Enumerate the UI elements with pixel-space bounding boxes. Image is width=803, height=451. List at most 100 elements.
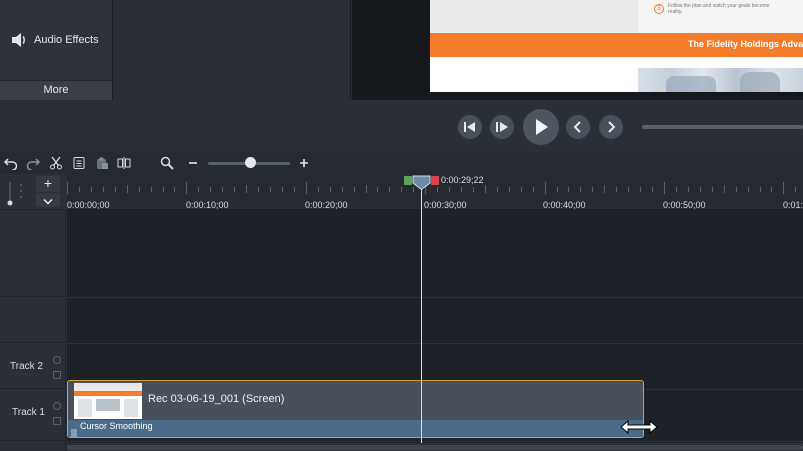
canvas-preview[interactable]: 3 Follow the plan and watch your goals b…	[430, 0, 803, 92]
ruler-tick	[210, 187, 212, 192]
collapse-tracks-button[interactable]	[36, 193, 60, 207]
ruler-tick	[365, 185, 367, 193]
step-back-button[interactable]	[458, 115, 482, 139]
zoom-to-fit-button[interactable]	[159, 155, 175, 171]
ruler-tick	[234, 187, 236, 192]
playhead-handle[interactable]	[412, 175, 431, 191]
zoom-out-button[interactable]	[185, 155, 201, 171]
zoom-in-icon	[300, 159, 308, 167]
effect-label: Cursor Smoothing	[80, 421, 153, 431]
playback-progress-bar[interactable]	[642, 125, 803, 129]
cut-button[interactable]	[48, 155, 64, 171]
ruler-tick	[317, 187, 319, 192]
ruler-label: 0:00:50;00	[663, 200, 706, 210]
timeline-scrollbar-thumb[interactable]	[67, 445, 803, 450]
play-button[interactable]	[523, 109, 559, 145]
redo-button[interactable]	[25, 155, 41, 171]
ruler-tick	[580, 187, 582, 192]
ruler-tick	[640, 187, 642, 192]
ruler-tick	[258, 187, 260, 192]
ruler-tick	[222, 187, 224, 192]
track-divider	[67, 297, 803, 298]
ruler-tick	[78, 187, 80, 192]
ruler-tick	[604, 185, 606, 193]
track-lock-icon[interactable]	[53, 417, 61, 425]
track-label: Track 2	[10, 361, 43, 372]
step-forward-button[interactable]	[490, 115, 514, 139]
track-visibility-icon[interactable]	[53, 402, 61, 410]
ruler-tick	[281, 187, 283, 192]
playhead-in-marker[interactable]	[404, 176, 412, 185]
playhead-line	[421, 188, 422, 451]
ruler-tick	[735, 187, 737, 192]
undo-button[interactable]	[3, 155, 19, 171]
ruler-tick	[114, 187, 116, 192]
track-header-empty	[0, 297, 66, 343]
ruler-tick	[198, 187, 200, 192]
copy-button[interactable]	[71, 155, 87, 171]
track-height-slider[interactable]	[6, 180, 14, 206]
preview-photo-person	[666, 76, 716, 92]
ruler-tick	[162, 187, 164, 192]
thumb-header	[74, 383, 142, 391]
audio-effects-tab[interactable]: Audio Effects	[0, 0, 112, 80]
ruler-tick	[496, 187, 498, 192]
ruler-tick	[305, 182, 307, 194]
preview-small-text: Follow the plan and watch your goals bec…	[668, 3, 770, 15]
paste-icon	[97, 157, 108, 169]
ruler-tick	[711, 187, 713, 192]
zoom-out-icon	[189, 162, 197, 164]
track-header-2[interactable]: Track 2	[0, 343, 66, 389]
expand-effects-icon[interactable]	[352, 430, 360, 436]
add-track-button[interactable]: +	[36, 176, 60, 192]
preview-banner-text: The Fidelity Holdings Adva	[688, 39, 803, 49]
ruler-label: 0:00:00;00	[67, 200, 110, 210]
track-label: Track 1	[12, 407, 45, 418]
more-button[interactable]: More	[0, 80, 112, 100]
ruler-tick	[174, 187, 176, 192]
ruler-tick	[126, 185, 128, 193]
resize-cursor-icon	[619, 419, 659, 435]
copy-icon	[73, 157, 85, 169]
ruler-tick	[771, 187, 773, 192]
paste-button[interactable]	[94, 155, 110, 171]
ruler-tick	[759, 187, 761, 192]
ruler-tick	[67, 182, 68, 194]
zoom-search-icon	[160, 156, 174, 170]
ruler-tick	[353, 187, 355, 192]
chevron-down-icon	[43, 198, 53, 205]
ruler-tick	[437, 187, 439, 192]
ruler-tick	[377, 187, 379, 192]
playhead-out-marker[interactable]	[431, 176, 439, 185]
ruler-tick	[508, 187, 510, 192]
properties-panel	[113, 0, 351, 100]
ruler-tick	[138, 187, 140, 192]
media-clip[interactable]: Rec 03-06-19_001 (Screen) Cursor Smoothi…	[67, 380, 644, 438]
ruler-tick	[329, 187, 331, 192]
ruler-tick	[544, 182, 546, 194]
track-visibility-icon[interactable]	[53, 356, 61, 364]
grip-icon	[71, 424, 77, 437]
ruler-label: 0:00:20;00	[305, 200, 348, 210]
drag-handle-icon	[18, 182, 24, 202]
ruler-tick	[90, 187, 92, 192]
ruler-tick	[628, 187, 630, 192]
ruler-tick	[293, 187, 295, 192]
track-header-1[interactable]: Track 1	[0, 389, 66, 441]
ruler-tick	[532, 187, 534, 192]
zoom-in-button[interactable]	[296, 155, 312, 171]
preview-step-icon: 3	[654, 4, 664, 14]
previous-marker-button[interactable]	[566, 115, 590, 139]
audio-effects-label: Audio Effects	[34, 34, 99, 46]
previous-icon	[573, 121, 581, 133]
step-forward-icon	[496, 122, 508, 132]
ruler-tick	[747, 187, 749, 192]
thumb-image	[96, 399, 120, 411]
next-marker-button[interactable]	[599, 115, 623, 139]
track-lock-icon[interactable]	[53, 371, 61, 379]
undo-icon	[4, 158, 18, 170]
ruler-label: 0:00:30;00	[424, 200, 467, 210]
track-divider	[67, 343, 803, 344]
split-button[interactable]	[116, 155, 132, 171]
zoom-slider-thumb[interactable]	[245, 157, 256, 168]
